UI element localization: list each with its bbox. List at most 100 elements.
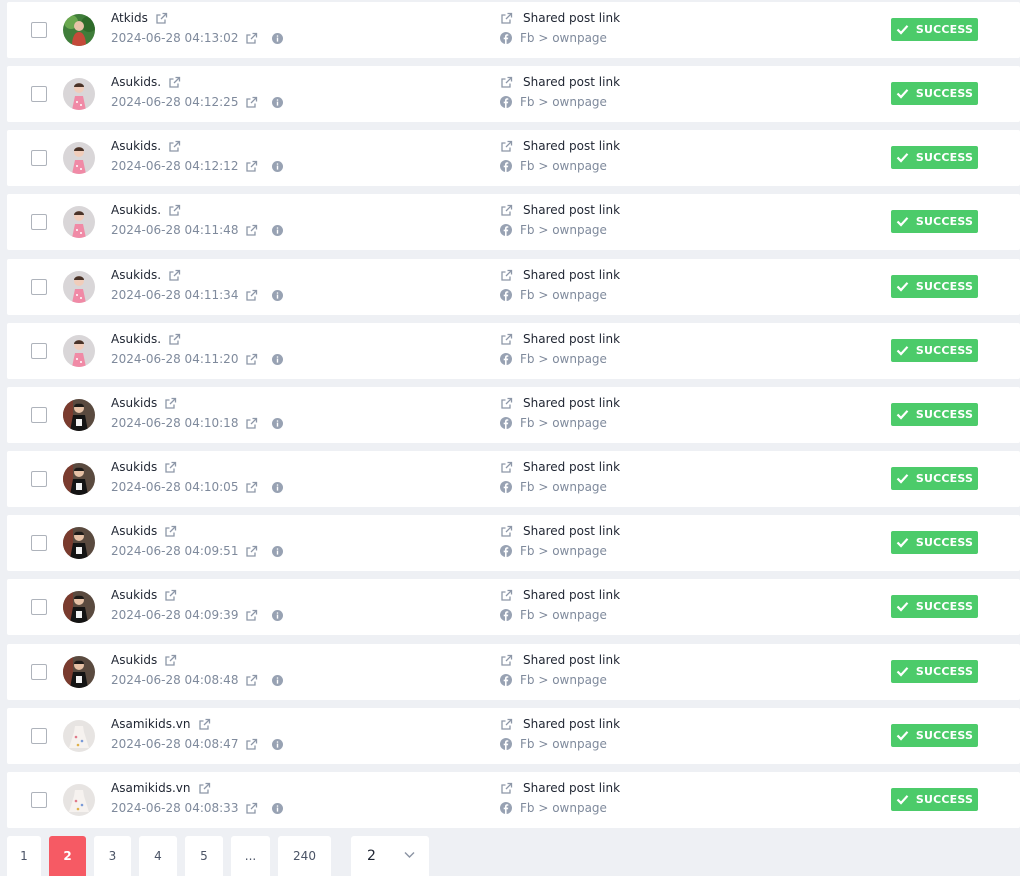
info-icon[interactable] (272, 32, 284, 44)
external-link-icon[interactable] (164, 654, 177, 667)
external-link-icon[interactable] (168, 333, 181, 346)
external-link-icon[interactable] (500, 589, 513, 602)
external-link-icon[interactable] (198, 782, 211, 795)
action-label[interactable]: Shared post link (523, 11, 620, 25)
account-name[interactable]: Asukids (111, 653, 157, 667)
account-name[interactable]: Asukids (111, 588, 157, 602)
row-checkbox[interactable] (31, 792, 47, 808)
external-link-icon[interactable] (164, 397, 177, 410)
row-checkbox[interactable] (31, 343, 47, 359)
external-link-icon[interactable] (245, 545, 258, 558)
page-3-button[interactable]: 3 (94, 836, 131, 876)
external-link-icon[interactable] (500, 525, 513, 538)
account-name[interactable]: Asukids (111, 524, 157, 538)
external-link-icon[interactable] (245, 289, 258, 302)
action-label[interactable]: Shared post link (523, 781, 620, 795)
account-name[interactable]: Asukids. (111, 139, 161, 153)
account-name[interactable]: Asamikids.vn (111, 717, 191, 731)
page-select[interactable]: 2 (351, 836, 429, 876)
action-label[interactable]: Shared post link (523, 588, 620, 602)
info-icon[interactable] (272, 96, 284, 108)
action-label[interactable]: Shared post link (523, 524, 620, 538)
external-link-icon[interactable] (168, 204, 181, 217)
action-label[interactable]: Shared post link (523, 653, 620, 667)
external-link-icon[interactable] (245, 481, 258, 494)
timestamp: 2024-06-28 04:10:18 (111, 416, 239, 430)
external-link-icon[interactable] (245, 417, 258, 430)
external-link-icon[interactable] (155, 12, 168, 25)
info-icon[interactable] (272, 353, 284, 365)
external-link-icon[interactable] (198, 718, 211, 731)
row-checkbox[interactable] (31, 279, 47, 295)
account-name[interactable]: Atkids (111, 11, 148, 25)
action-label[interactable]: Shared post link (523, 139, 620, 153)
external-link-icon[interactable] (168, 269, 181, 282)
account-name[interactable]: Asukids. (111, 332, 161, 346)
page-2-button[interactable]: 2 (49, 836, 86, 876)
external-link-icon[interactable] (168, 76, 181, 89)
external-link-icon[interactable] (164, 525, 177, 538)
external-link-icon[interactable] (245, 96, 258, 109)
external-link-icon[interactable] (500, 140, 513, 153)
page-1-button[interactable]: 1 (7, 836, 41, 876)
info-icon[interactable] (272, 160, 284, 172)
account-name[interactable]: Asukids. (111, 268, 161, 282)
page-240-button[interactable]: 240 (278, 836, 331, 876)
action-label[interactable]: Shared post link (523, 268, 620, 282)
account-name[interactable]: Asukids (111, 460, 157, 474)
row-checkbox[interactable] (31, 214, 47, 230)
action-label[interactable]: Shared post link (523, 332, 620, 346)
external-link-icon[interactable] (500, 782, 513, 795)
external-link-icon[interactable] (245, 738, 258, 751)
row-checkbox[interactable] (31, 535, 47, 551)
account-name[interactable]: Asamikids.vn (111, 781, 191, 795)
row-checkbox[interactable] (31, 86, 47, 102)
external-link-icon[interactable] (168, 140, 181, 153)
row-checkbox[interactable] (31, 150, 47, 166)
info-icon[interactable] (272, 289, 284, 301)
row-checkbox[interactable] (31, 22, 47, 38)
info-icon[interactable] (272, 545, 284, 557)
action-label[interactable]: Shared post link (523, 396, 620, 410)
account-name[interactable]: Asukids. (111, 203, 161, 217)
page-4-button[interactable]: 4 (139, 836, 177, 876)
page-5-button[interactable]: 5 (185, 836, 223, 876)
info-icon[interactable] (272, 417, 284, 429)
external-link-icon[interactable] (245, 802, 258, 815)
row-checkbox[interactable] (31, 407, 47, 423)
external-link-icon[interactable] (245, 353, 258, 366)
external-link-icon[interactable] (164, 461, 177, 474)
info-icon[interactable] (272, 609, 284, 621)
external-link-icon[interactable] (500, 718, 513, 731)
external-link-icon[interactable] (245, 160, 258, 173)
action-label[interactable]: Shared post link (523, 717, 620, 731)
info-icon[interactable] (272, 224, 284, 236)
row-checkbox[interactable] (31, 599, 47, 615)
row-checkbox[interactable] (31, 664, 47, 680)
info-icon[interactable] (272, 481, 284, 493)
row-checkbox[interactable] (31, 471, 47, 487)
external-link-icon[interactable] (500, 269, 513, 282)
external-link-icon[interactable] (245, 224, 258, 237)
external-link-icon[interactable] (500, 204, 513, 217)
row-checkbox[interactable] (31, 728, 47, 744)
external-link-icon[interactable] (245, 609, 258, 622)
info-icon[interactable] (272, 674, 284, 686)
action-label[interactable]: Shared post link (523, 460, 620, 474)
external-link-icon[interactable] (500, 654, 513, 667)
external-link-icon[interactable] (164, 589, 177, 602)
external-link-icon[interactable] (245, 674, 258, 687)
action-label[interactable]: Shared post link (523, 203, 620, 217)
info-icon[interactable] (272, 738, 284, 750)
account-name[interactable]: Asukids (111, 396, 157, 410)
external-link-icon[interactable] (500, 397, 513, 410)
page-ellipsis[interactable]: ... (231, 836, 270, 876)
external-link-icon[interactable] (500, 76, 513, 89)
external-link-icon[interactable] (500, 461, 513, 474)
info-icon[interactable] (272, 802, 284, 814)
external-link-icon[interactable] (245, 32, 258, 45)
external-link-icon[interactable] (500, 333, 513, 346)
action-label[interactable]: Shared post link (523, 75, 620, 89)
account-name[interactable]: Asukids. (111, 75, 161, 89)
external-link-icon[interactable] (500, 12, 513, 25)
